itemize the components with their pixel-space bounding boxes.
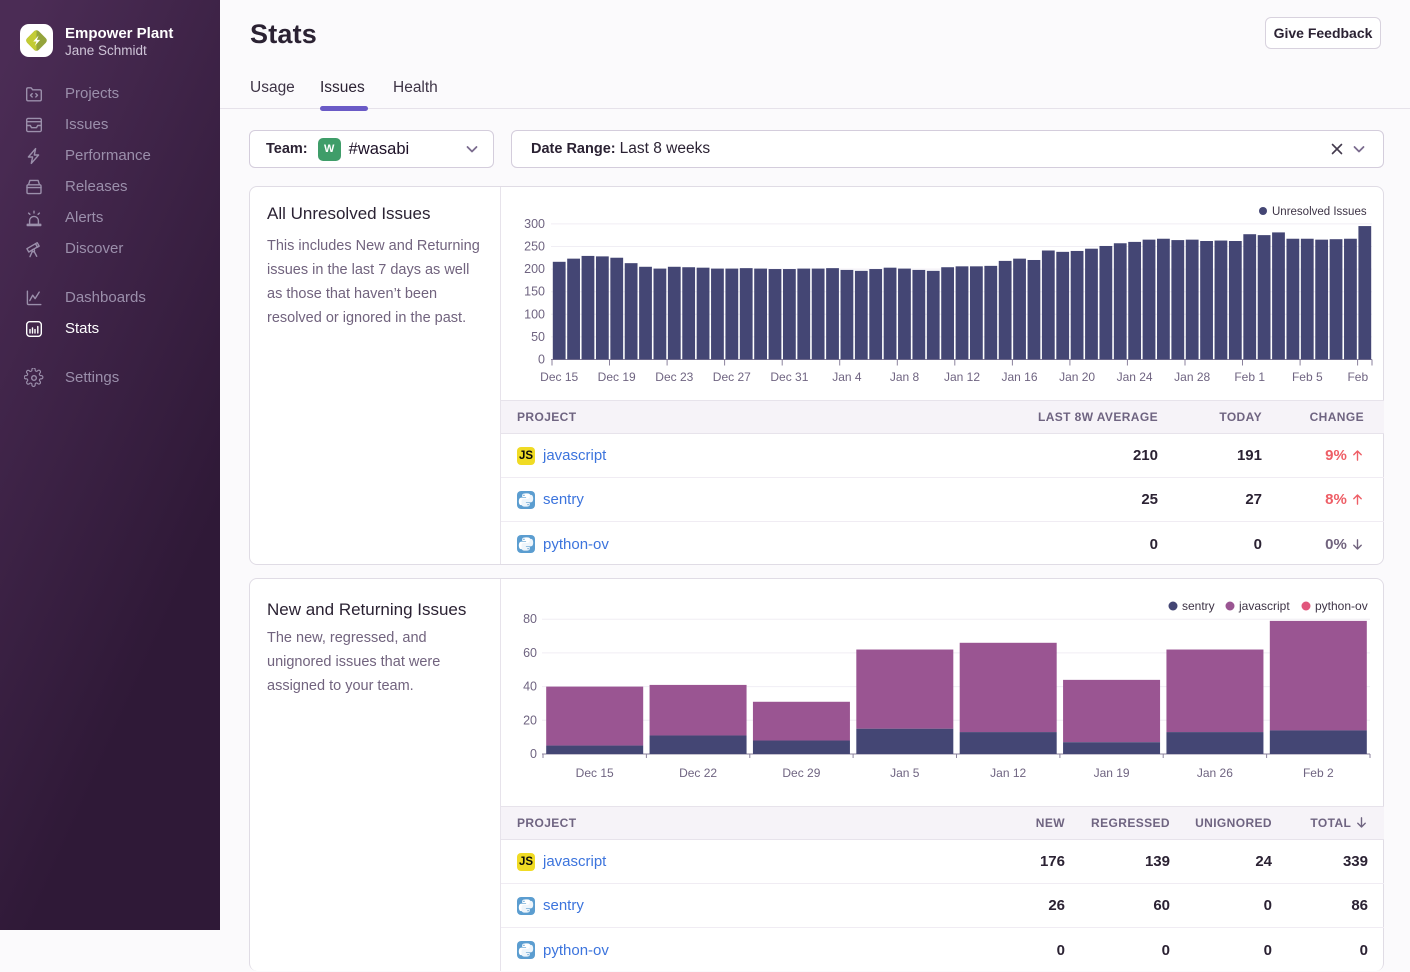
svg-text:Jan 26: Jan 26 [1197, 766, 1233, 780]
svg-text:Jan 8: Jan 8 [890, 370, 920, 384]
svg-text:Feb 2: Feb 2 [1303, 766, 1334, 780]
svg-text:Jan 4: Jan 4 [832, 370, 862, 384]
svg-text:Dec 19: Dec 19 [598, 370, 636, 384]
svg-text:40: 40 [523, 680, 537, 694]
svg-text:Dec 22: Dec 22 [679, 766, 717, 780]
svg-text:Jan 24: Jan 24 [1117, 370, 1153, 384]
svg-text:Dec 29: Dec 29 [782, 766, 820, 780]
svg-text:150: 150 [524, 285, 545, 299]
svg-text:python-ov: python-ov [1315, 599, 1368, 613]
svg-text:Feb 1: Feb 1 [1234, 370, 1265, 384]
svg-text:Unresolved Issues: Unresolved Issues [1272, 206, 1367, 218]
svg-text:sentry: sentry [1182, 599, 1215, 613]
svg-text:300: 300 [524, 217, 545, 231]
svg-text:50: 50 [531, 330, 545, 344]
svg-text:Dec 15: Dec 15 [576, 766, 614, 780]
svg-text:Jan 12: Jan 12 [944, 370, 980, 384]
svg-text:200: 200 [524, 262, 545, 276]
svg-text:250: 250 [524, 240, 545, 254]
svg-text:0: 0 [530, 747, 537, 761]
svg-text:javascript: javascript [1238, 599, 1290, 613]
svg-text:Jan 16: Jan 16 [1001, 370, 1037, 384]
svg-text:100: 100 [524, 307, 545, 321]
svg-text:20: 20 [523, 713, 537, 727]
svg-text:Feb 5: Feb 5 [1292, 370, 1323, 384]
svg-text:Dec 31: Dec 31 [770, 370, 808, 384]
svg-text:Jan 28: Jan 28 [1174, 370, 1210, 384]
svg-text:60: 60 [523, 646, 537, 660]
svg-text:0: 0 [538, 353, 545, 367]
svg-text:80: 80 [523, 612, 537, 626]
svg-text:Dec 15: Dec 15 [540, 370, 578, 384]
svg-text:Dec 23: Dec 23 [655, 370, 693, 384]
svg-text:Dec 27: Dec 27 [713, 370, 751, 384]
svg-text:Feb: Feb [1347, 370, 1368, 384]
svg-text:Jan 5: Jan 5 [890, 766, 920, 780]
svg-text:Jan 20: Jan 20 [1059, 370, 1095, 384]
svg-text:Jan 12: Jan 12 [990, 766, 1026, 780]
svg-text:Jan 19: Jan 19 [1094, 766, 1130, 780]
